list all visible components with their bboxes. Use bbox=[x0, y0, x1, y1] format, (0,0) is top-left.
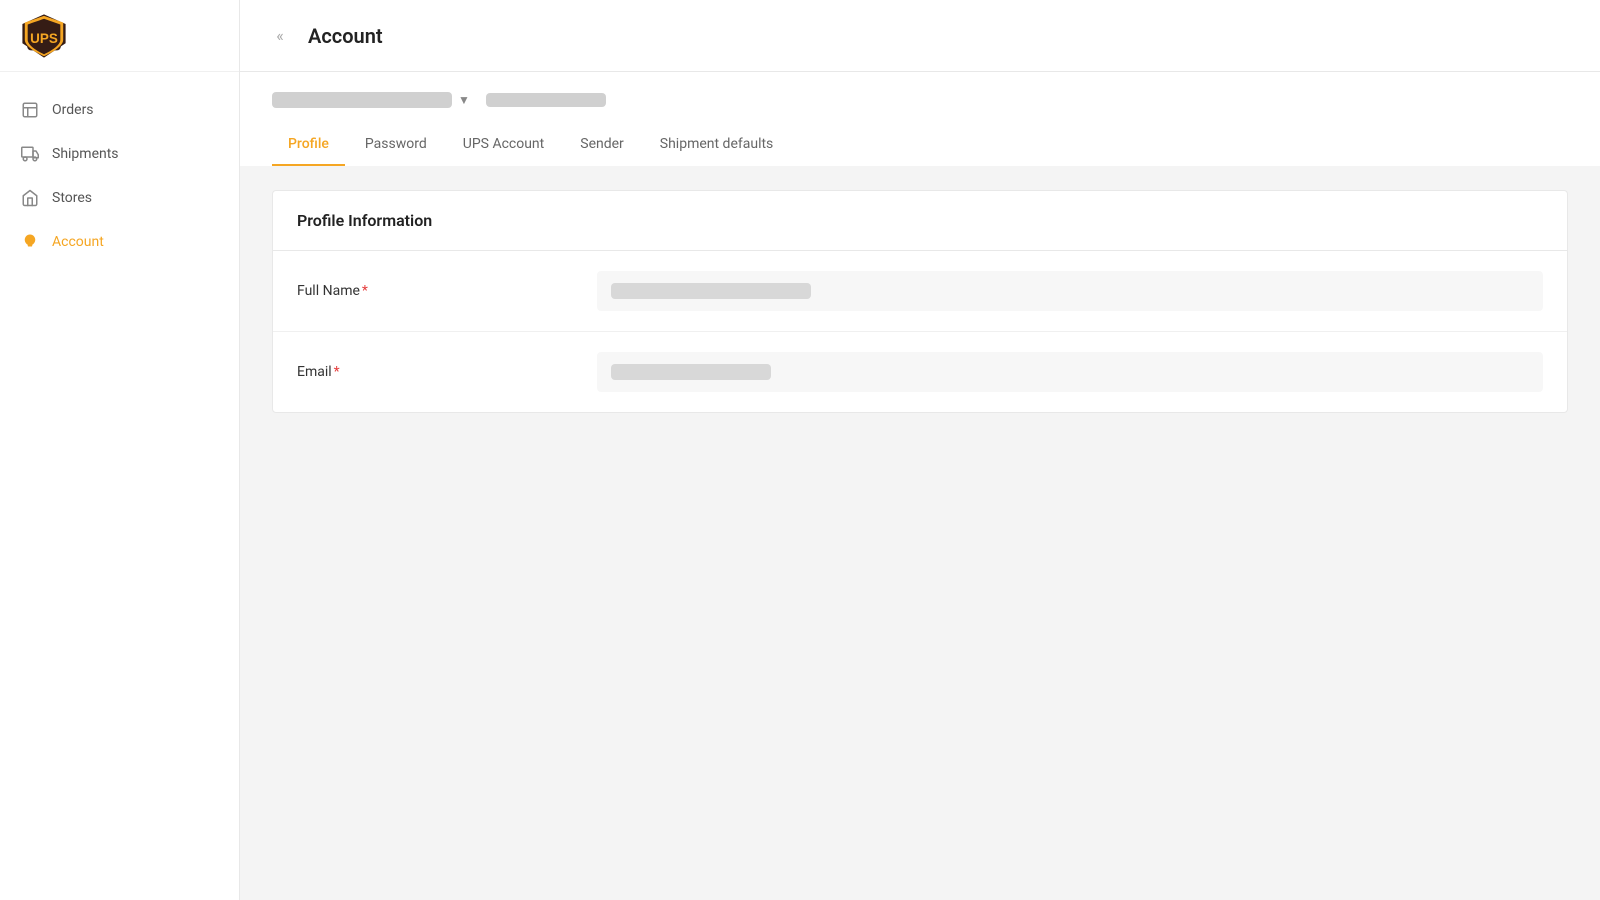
full-name-row: Full Name* bbox=[273, 251, 1567, 332]
required-star-name: * bbox=[362, 283, 368, 299]
profile-section-title: Profile Information bbox=[273, 191, 1567, 251]
sidebar-item-shipments[interactable]: Shipments bbox=[0, 132, 239, 176]
full-name-value bbox=[597, 271, 1543, 311]
orders-icon bbox=[20, 100, 40, 120]
account-tabs: Profile Password UPS Account Sender Ship… bbox=[272, 124, 1568, 166]
full-name-blurred bbox=[611, 283, 811, 299]
sidebar-item-stores[interactable]: Stores bbox=[0, 176, 239, 220]
tab-shipment-defaults[interactable]: Shipment defaults bbox=[644, 124, 790, 166]
sidebar-item-stores-label: Stores bbox=[52, 190, 92, 206]
content-area: ▼ Profile Password UPS Account Sender bbox=[240, 72, 1600, 900]
sidebar-item-account[interactable]: Account bbox=[0, 220, 239, 264]
tab-profile[interactable]: Profile bbox=[272, 124, 345, 166]
page-title: Account bbox=[308, 24, 383, 48]
account-selector-row: ▼ bbox=[272, 72, 1568, 108]
stores-icon bbox=[20, 188, 40, 208]
top-bar: « Account bbox=[240, 0, 1600, 72]
svg-text:UPS: UPS bbox=[30, 31, 58, 46]
tab-sender[interactable]: Sender bbox=[564, 124, 640, 166]
logo-container: UPS bbox=[0, 0, 239, 72]
full-name-field-container bbox=[597, 271, 1543, 311]
top-bar-left: « Account bbox=[264, 20, 383, 52]
sidebar-item-shipments-label: Shipments bbox=[52, 146, 119, 162]
shipments-icon bbox=[20, 144, 40, 164]
full-name-label: Full Name* bbox=[297, 283, 597, 299]
main-content: « Account ▼ Profile Password bbox=[240, 0, 1600, 900]
profile-information-section: Profile Information Full Name* Email* bbox=[272, 190, 1568, 413]
collapse-icon: « bbox=[276, 26, 284, 45]
sidebar-item-account-label: Account bbox=[52, 234, 104, 250]
sidebar-item-orders[interactable]: Orders bbox=[0, 88, 239, 132]
tab-ups-account[interactable]: UPS Account bbox=[447, 124, 561, 166]
dropdown-arrow-icon: ▼ bbox=[458, 93, 470, 107]
account-name-blurred bbox=[272, 92, 452, 108]
collapse-sidebar-button[interactable]: « bbox=[264, 20, 296, 52]
required-star-email: * bbox=[334, 364, 340, 380]
email-label: Email* bbox=[297, 364, 597, 380]
sidebar-nav: Orders Shipments Stores bbox=[0, 72, 239, 900]
email-value bbox=[597, 352, 1543, 392]
sidebar: UPS Orders Shipments bbox=[0, 0, 240, 900]
account-email-blurred bbox=[486, 93, 606, 107]
account-selector[interactable]: ▼ bbox=[272, 92, 470, 108]
ups-logo: UPS bbox=[20, 12, 68, 60]
account-header: ▼ Profile Password UPS Account Sender bbox=[240, 72, 1600, 166]
tab-password[interactable]: Password bbox=[349, 124, 443, 166]
email-blurred bbox=[611, 364, 771, 380]
account-icon bbox=[20, 232, 40, 252]
sidebar-item-orders-label: Orders bbox=[52, 102, 94, 118]
email-row: Email* bbox=[273, 332, 1567, 412]
email-field-container bbox=[597, 352, 1543, 392]
